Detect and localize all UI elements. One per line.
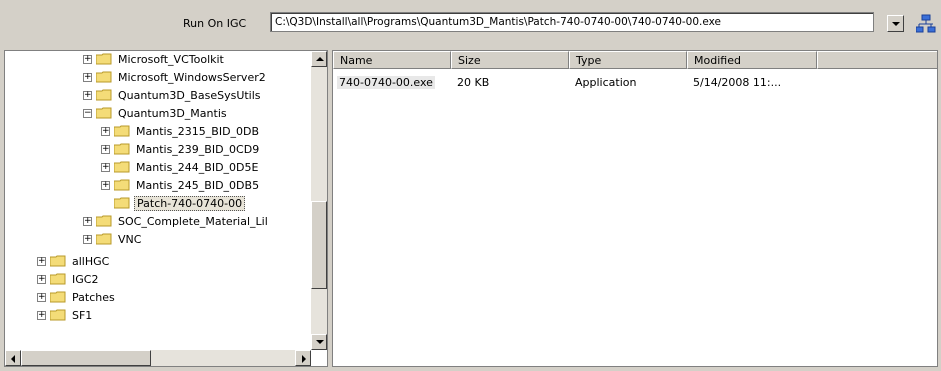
- tree-item[interactable]: + VNC: [83, 231, 143, 249]
- file-list[interactable]: Name Size Type Modified 740-0740-00.exe …: [332, 50, 938, 367]
- arrow-up-icon: [316, 57, 324, 61]
- column-header-name[interactable]: Name: [333, 51, 451, 69]
- folder-icon: [114, 143, 130, 155]
- folder-icon: [114, 161, 130, 173]
- scroll-up-button[interactable]: [311, 51, 327, 67]
- path-dropdown-button[interactable]: [887, 15, 904, 32]
- folder-icon: [50, 309, 66, 321]
- run-on-igc-label: Run On IGC: [183, 17, 247, 30]
- tree-item[interactable]: + Mantis_245_BID_0DB5: [101, 177, 261, 195]
- tree-horizontal-scrollbar[interactable]: [5, 350, 311, 366]
- folder-icon: [96, 89, 112, 101]
- folder-icon: [96, 233, 112, 245]
- file-size-cell: 20 KB: [457, 76, 490, 89]
- run-path-combobox[interactable]: C:\Q3D\Install\all\Programs\Quantum3D_Ma…: [270, 12, 874, 32]
- tree-item[interactable]: + Quantum3D_BaseSysUtils: [83, 87, 263, 105]
- folder-icon: [96, 71, 112, 83]
- chevron-down-icon: [892, 22, 900, 26]
- tree-item[interactable]: + allHGC: [37, 253, 111, 271]
- hscroll-thumb[interactable]: [21, 350, 151, 366]
- scroll-left-button[interactable]: [5, 350, 21, 366]
- folder-tree[interactable]: + Microsoft_VCToolkit + Microsoft_WindowsS…: [4, 50, 328, 367]
- folder-icon: [96, 53, 112, 65]
- file-modified-cell: 5/14/2008 11:...: [693, 76, 782, 89]
- expand-icon[interactable]: +: [83, 90, 92, 100]
- column-header-type[interactable]: Type: [569, 51, 687, 69]
- arrow-right-icon: [302, 355, 306, 363]
- folder-icon: [50, 255, 66, 267]
- tree-item[interactable]: + Microsoft_WindowsServer2: [83, 69, 268, 87]
- tree-item[interactable]: + SF1: [37, 307, 94, 325]
- scroll-thumb[interactable]: [311, 201, 327, 289]
- tree-vertical-scrollbar[interactable]: [311, 51, 327, 350]
- tree-item[interactable]: + Mantis_239_BID_0CD9: [101, 141, 261, 159]
- tree-item[interactable]: + IGC2: [37, 271, 100, 289]
- scroll-right-button[interactable]: [295, 350, 311, 366]
- expand-icon[interactable]: +: [101, 180, 110, 190]
- folder-icon: [114, 125, 130, 137]
- expand-icon[interactable]: +: [37, 310, 46, 320]
- tree-item[interactable]: + SOC_Complete_Material_Lil: [83, 213, 270, 231]
- toolbar: Run On IGC C:\Q3D\Install\all\Programs\Q…: [0, 0, 941, 48]
- tree-item-selected[interactable]: Patch-740-0740-00: [114, 195, 246, 213]
- open-folder-icon: [114, 197, 130, 209]
- column-header-size[interactable]: Size: [451, 51, 569, 69]
- file-name-cell[interactable]: 740-0740-00.exe: [337, 75, 435, 91]
- expand-icon[interactable]: +: [37, 292, 46, 302]
- folder-icon: [50, 291, 66, 303]
- expand-icon[interactable]: +: [37, 274, 46, 284]
- folder-icon: [96, 215, 112, 227]
- expand-icon[interactable]: +: [83, 216, 92, 226]
- tree-item[interactable]: − Quantum3D_Mantis: [83, 105, 229, 123]
- expand-icon[interactable]: +: [101, 144, 110, 154]
- arrow-down-icon: [316, 340, 324, 344]
- collapse-icon[interactable]: −: [83, 108, 92, 118]
- tree-item[interactable]: + Mantis_2315_BID_0DB: [101, 123, 261, 141]
- folder-icon: [114, 179, 130, 191]
- expand-icon[interactable]: +: [101, 162, 110, 172]
- column-header-modified[interactable]: Modified: [687, 51, 817, 69]
- scroll-down-button[interactable]: [311, 334, 327, 350]
- expand-icon[interactable]: +: [37, 256, 46, 266]
- expand-icon[interactable]: +: [83, 234, 92, 244]
- expand-icon[interactable]: +: [83, 54, 92, 64]
- expand-icon[interactable]: +: [83, 72, 92, 82]
- tree-item[interactable]: + Microsoft_VCToolkit: [83, 51, 226, 69]
- file-type-cell: Application: [575, 76, 637, 89]
- arrow-left-icon: [11, 355, 15, 363]
- open-folder-icon: [96, 107, 112, 119]
- folder-icon: [50, 273, 66, 285]
- column-header-filler: [817, 51, 937, 69]
- tree-item[interactable]: + Mantis_244_BID_0D5E: [101, 159, 260, 177]
- run-path-value: C:\Q3D\Install\all\Programs\Quantum3D_Ma…: [275, 16, 721, 28]
- network-icon[interactable]: [916, 14, 936, 34]
- expand-icon[interactable]: +: [101, 126, 110, 136]
- tree-item[interactable]: + Patches: [37, 289, 117, 307]
